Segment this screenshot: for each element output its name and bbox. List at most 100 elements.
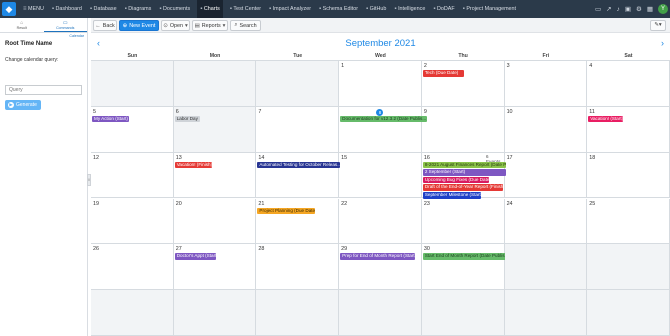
nav-item-dodaf[interactable]: ▪ DoDAF xyxy=(432,0,455,18)
bell-icon[interactable]: ♪ xyxy=(617,6,620,13)
app-logo-icon[interactable]: ◆ xyxy=(2,2,16,16)
calendar-event[interactable]: 8-2021 August Finances Report (Date P... xyxy=(422,161,506,169)
day-cell[interactable]: 15 xyxy=(339,152,422,199)
day-cell[interactable]: 1 xyxy=(339,61,422,107)
folder-icon[interactable]: ▣ xyxy=(625,5,631,13)
nav-item-database[interactable]: ▪ Database xyxy=(89,0,118,18)
day-cell[interactable]: 14 Automated Testing for October Releas..… xyxy=(256,152,341,199)
caret-down-icon: ▾ xyxy=(222,22,226,29)
day-cell[interactable]: 3 xyxy=(504,61,588,107)
nav-item-intelligence[interactable]: ▪ Intelligence xyxy=(393,0,426,18)
calendar-sublink[interactable]: Calendar xyxy=(0,34,87,38)
calendar-event[interactable]: Tech (Due Date) xyxy=(422,70,465,77)
day-cell[interactable]: 19 xyxy=(91,198,174,245)
day-number: 13 xyxy=(175,154,182,161)
day-cell[interactable]: 166 Events8-2021 August Finances Report … xyxy=(421,152,506,199)
reports-dropdown[interactable]: ▤ Reports ▾ xyxy=(192,20,228,31)
calendar-event[interactable]: 2 September (Start) xyxy=(422,169,506,176)
calendar-event[interactable]: Vacation! (Start) xyxy=(588,115,624,123)
calendar-event[interactable]: Documentation for v12.3.2 (Date Publis..… xyxy=(340,115,427,123)
day-cell[interactable] xyxy=(587,244,670,291)
day-cell[interactable]: 28 xyxy=(256,244,340,291)
generate-button[interactable]: ▶ Generate xyxy=(5,100,41,110)
day-cell[interactable] xyxy=(256,290,340,336)
calendar-event[interactable]: Draft of the End-of-Year Report (Finish) xyxy=(422,184,504,191)
calendar-event[interactable]: Start End of Month Report (Date Publis..… xyxy=(422,253,506,260)
day-cell[interactable]: 18 xyxy=(587,152,670,199)
day-cell[interactable]: 27 Doctor's Appt (Start) xyxy=(173,244,257,291)
day-cell[interactable]: 21 Project Planning (Due Date) xyxy=(256,198,340,245)
day-cell[interactable]: 25 xyxy=(587,198,670,245)
day-cell[interactable]: 24 xyxy=(504,198,588,245)
day-number: 23 xyxy=(423,200,430,207)
day-cell[interactable]: 2 Tech (Due Date) xyxy=(421,61,505,107)
nav-item-github[interactable]: ▪ GitHub xyxy=(365,0,387,18)
day-cell[interactable]: 17 xyxy=(504,152,588,199)
sidebar: ⌂ Result ▭ Commands Calendar Root Time Nam… xyxy=(0,18,88,336)
day-cell[interactable]: 29 Prep for End of Month Report (Start) xyxy=(339,244,422,291)
grid-icon[interactable]: ▦ xyxy=(647,5,653,13)
day-cell[interactable] xyxy=(587,290,670,336)
nav-item-charts[interactable]: ▪ Charts xyxy=(197,0,223,18)
day-cell[interactable]: 8 Documentation for v12.3.2 (Date Publis.… xyxy=(339,106,427,153)
day-cell[interactable]: 20 xyxy=(173,198,257,245)
day-cell[interactable]: 6 Labor Day xyxy=(173,106,257,153)
nav-item-diagrams[interactable]: ▪ Diagrams xyxy=(124,0,153,18)
new-event-button[interactable]: ⊕ New Event xyxy=(119,20,159,31)
weekday-label: Thu xyxy=(458,53,468,59)
day-cell[interactable]: 10 xyxy=(504,106,588,153)
nav-item-documents[interactable]: ▪ Documents xyxy=(158,0,191,18)
day-cell[interactable] xyxy=(256,61,340,107)
search-button[interactable]: ⌕ Search xyxy=(230,20,261,31)
day-cell[interactable] xyxy=(173,290,257,336)
day-cell[interactable] xyxy=(173,61,257,107)
nav-item-impact-analyzer[interactable]: ▪ Impact Analyzer xyxy=(268,0,312,18)
document-icon: ▪ xyxy=(159,6,162,12)
menu-button[interactable]: ≡ MENU xyxy=(22,0,45,18)
query-input[interactable] xyxy=(5,85,82,95)
user-avatar[interactable]: Y xyxy=(658,4,668,14)
calendar-event[interactable]: Automated Testing for October Releas... xyxy=(257,161,341,169)
day-number: 29 xyxy=(341,246,348,253)
settings-icon[interactable]: ⚙ xyxy=(636,5,642,13)
day-number: 16 xyxy=(423,154,430,161)
back-button[interactable]: ← Back xyxy=(93,20,117,31)
day-cell[interactable]: 30 Start End of Month Report (Date Publis… xyxy=(421,244,506,291)
calendar-event[interactable]: Project Planning (Due Date) xyxy=(257,207,316,214)
day-cell[interactable]: 11 Vacation! (Start) xyxy=(587,106,670,153)
day-number: 17 xyxy=(506,154,513,161)
open-dropdown[interactable]: ⊙ Open ▾ xyxy=(161,20,190,31)
day-cell[interactable]: 13 Vacation! (Finish) xyxy=(173,152,257,199)
day-cell[interactable]: 5 My Action (Start) xyxy=(91,106,174,153)
nav-item-project-management[interactable]: ▪ Project Management xyxy=(462,0,517,18)
nav-item-schema-editor[interactable]: ▪ Schema Editor xyxy=(318,0,359,18)
next-month-icon[interactable]: › xyxy=(661,38,664,48)
calendar-event[interactable]: Vacation! (Finish) xyxy=(174,161,212,169)
chat-icon[interactable]: ▭ xyxy=(595,5,601,13)
share-icon[interactable]: ↗ xyxy=(606,5,611,13)
day-number: 4 xyxy=(589,63,593,69)
calendar-event[interactable]: Labor Day xyxy=(174,115,200,123)
calendar-event[interactable]: Prep for End of Month Report (Start) xyxy=(340,253,415,260)
day-cell[interactable]: 9 xyxy=(421,106,505,153)
calendar-event[interactable]: Upcoming Bug Fixes (Due Date) xyxy=(422,176,489,184)
nav-item-dashboard[interactable]: ▪ Dashboard xyxy=(51,0,83,18)
nav-item-test-center[interactable]: ▪ Test Center xyxy=(229,0,262,18)
day-cell[interactable]: 12 xyxy=(91,152,174,199)
calendar-event[interactable]: My Action (Start) xyxy=(92,115,130,123)
calendar-event[interactable]: Doctor's Appt (Start) xyxy=(174,253,217,260)
day-cell[interactable] xyxy=(421,290,505,336)
tab-commands[interactable]: ▭ Commands xyxy=(43,18,87,32)
tab-result[interactable]: ⌂ Result xyxy=(0,18,44,32)
day-cell[interactable]: 7 xyxy=(256,106,340,153)
day-cell[interactable] xyxy=(339,290,422,336)
day-cell[interactable] xyxy=(504,244,588,291)
tools-dropdown[interactable]: ✎▾ xyxy=(650,20,666,31)
day-cell[interactable]: 23 xyxy=(421,198,505,245)
day-cell[interactable] xyxy=(91,290,174,336)
day-cell[interactable]: 4 xyxy=(587,61,670,107)
day-cell[interactable]: 22 xyxy=(339,198,422,245)
day-cell[interactable] xyxy=(91,61,174,107)
day-cell[interactable] xyxy=(504,290,588,336)
day-cell[interactable]: 26 xyxy=(91,244,174,291)
